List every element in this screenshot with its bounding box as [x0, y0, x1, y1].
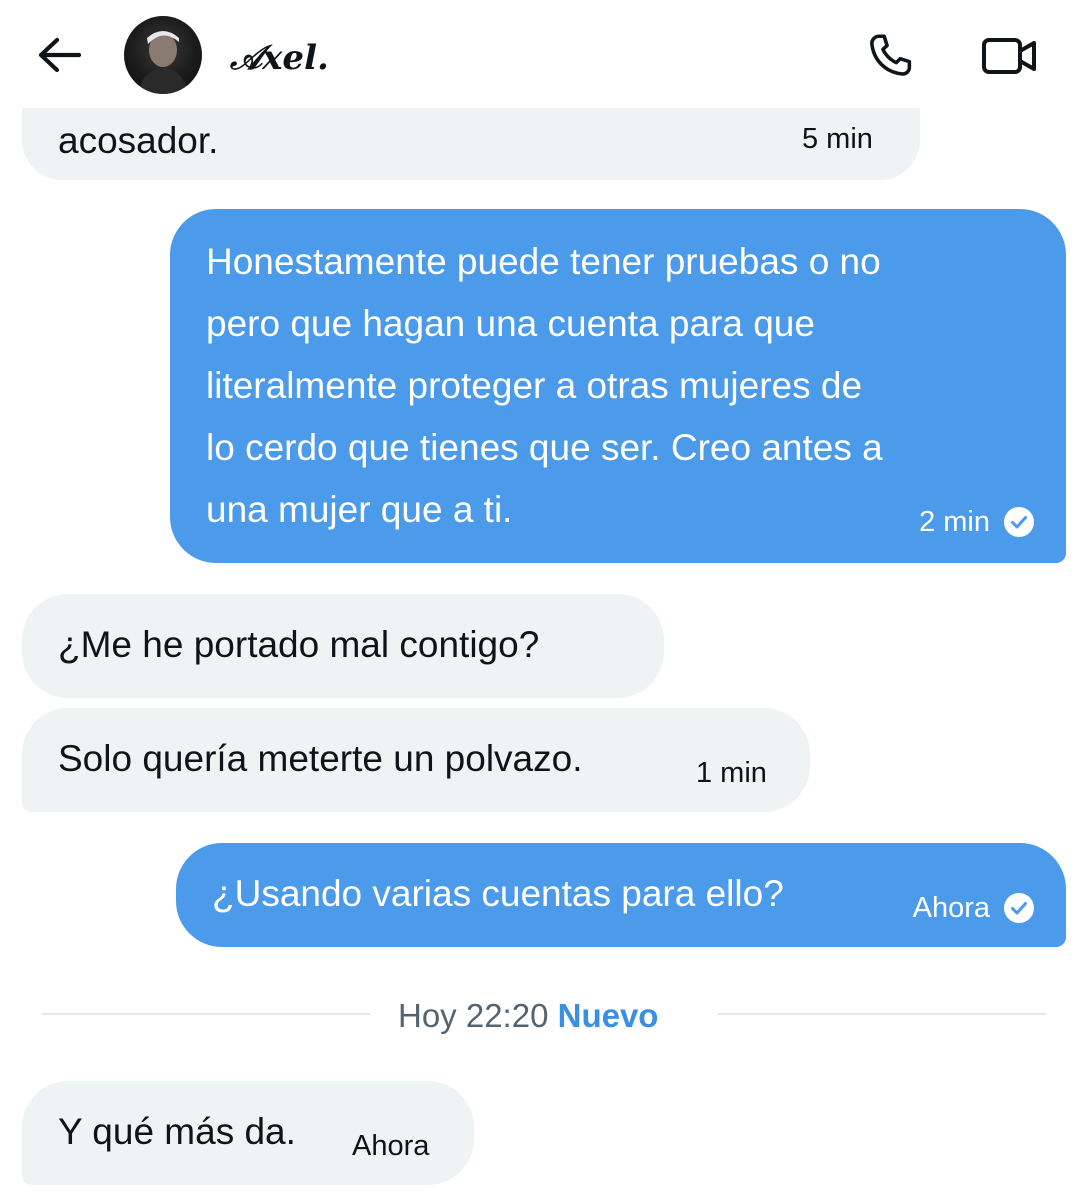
message-meta: 2 min — [919, 505, 1034, 539]
message-line: lo cerdo que tienes que ser. Creo antes … — [206, 427, 883, 468]
message-line: Honestamente puede tener pruebas o no — [206, 241, 881, 282]
call-button[interactable] — [862, 30, 918, 82]
message-time: Ahora — [912, 892, 990, 924]
divider-date: Hoy 22:20 — [398, 997, 549, 1034]
message-bubble[interactable]: Honestamente puede tener pruebas o no pe… — [170, 209, 1066, 563]
message-meta: Ahora — [913, 891, 1034, 925]
new-messages-divider: Hoy 22:20 Nuevo — [42, 990, 1046, 1042]
message-bubble[interactable]: Solo quería meterte un polvazo. 1 min — [22, 708, 810, 812]
read-check-icon — [1004, 507, 1034, 537]
message-text: Y qué más da. — [58, 1111, 296, 1152]
video-camera-icon — [982, 38, 1036, 74]
message-line: una mujer que a ti. — [206, 489, 513, 530]
avatar-photo — [138, 31, 188, 94]
message-bubble[interactable]: ¿Me he portado mal contigo? — [22, 594, 664, 698]
conversation-header: 𝒜xel. — [0, 0, 1088, 108]
message-time: 1 min — [696, 757, 767, 789]
message-time: 2 min — [919, 506, 990, 538]
back-button[interactable] — [36, 34, 82, 76]
divider-line — [42, 1013, 370, 1015]
message-text: Solo quería meterte un polvazo. — [58, 738, 583, 779]
arrow-left-icon — [38, 37, 81, 73]
message-time: 5 min — [802, 123, 873, 155]
message-bubble[interactable]: Y qué más da. Ahora — [22, 1081, 474, 1185]
read-check-icon — [1004, 893, 1034, 923]
message-text: acosador. — [58, 120, 219, 161]
message-line: pero que hagan una cuenta para que — [206, 303, 815, 344]
message-bubble[interactable]: ¿Usando varias cuentas para ello? Ahora — [176, 843, 1066, 947]
divider-line — [718, 1013, 1046, 1015]
message-time: Ahora — [352, 1130, 430, 1162]
avatar[interactable] — [124, 16, 202, 94]
message-line: literalmente proteger a otras mujeres de — [206, 365, 863, 406]
divider-label: Hoy 22:20 Nuevo — [398, 994, 658, 1038]
video-call-button[interactable] — [978, 32, 1040, 80]
new-badge: Nuevo — [557, 997, 659, 1034]
phone-icon — [870, 34, 912, 76]
contact-name[interactable]: 𝒜xel. — [230, 36, 329, 80]
message-text: ¿Usando varias cuentas para ello? — [212, 873, 784, 914]
message-text: ¿Me he portado mal contigo? — [58, 624, 540, 665]
